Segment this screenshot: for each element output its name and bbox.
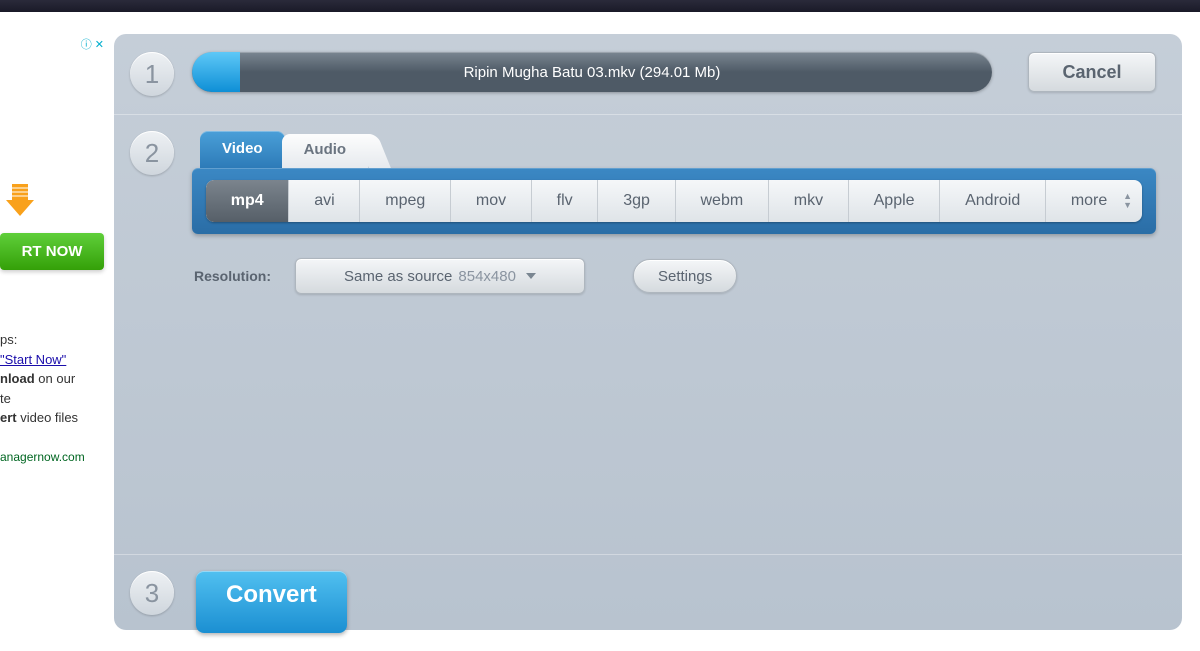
step-1-badge: 1 [130,52,174,96]
format-mp4[interactable]: mp4 [206,180,289,222]
tab-video[interactable]: Video [200,131,285,168]
cancel-button[interactable]: Cancel [1028,52,1156,92]
upload-progress-fill [192,52,240,92]
resolution-row: Resolution: Same as source 854x480 Setti… [192,258,1156,294]
resolution-label: Resolution: [194,268,271,284]
format-more-label: more [1071,192,1107,210]
tab-audio[interactable]: Audio [282,134,369,168]
format-avi[interactable]: avi [289,180,360,222]
ad-start-now-button[interactable]: RT NOW [0,233,104,270]
format-3gp[interactable]: 3gp [598,180,675,222]
ad-badge[interactable]: ⓘ ✕ [0,36,104,52]
ad-sidebar: ⓘ ✕ RT NOW ps: "Start Now" nload on our … [0,12,110,630]
ad-line: te [0,389,104,409]
resolution-select[interactable]: Same as source 854x480 [295,258,585,294]
updown-icon: ▲▼ [1123,193,1132,209]
step-1: 1 Ripin Mugha Batu 03.mkv (294.01 Mb) Ca… [114,34,1182,115]
ad-line: nload on our [0,369,104,389]
format-webm[interactable]: webm [676,180,769,222]
ad-close-icon[interactable]: ✕ [95,39,104,51]
format-mpeg[interactable]: mpeg [360,180,451,222]
resolution-value: Same as source [344,268,452,285]
ad-copy: ps: "Start Now" nload on our te ert vide… [0,330,104,466]
format-strip: mp4 avi mpeg mov flv 3gp webm mkv Apple … [206,180,1142,222]
format-strip-container: mp4 avi mpeg mov flv 3gp webm mkv Apple … [192,168,1156,234]
chevron-down-icon [526,273,536,279]
resolution-dimensions: 854x480 [458,268,516,285]
format-flv[interactable]: flv [532,180,599,222]
format-apple[interactable]: Apple [849,180,940,222]
format-more[interactable]: more ▲▼ [1046,180,1142,222]
ad-line: ert video files [0,408,104,428]
ad-domain: anagernow.com [0,448,104,466]
format-android[interactable]: Android [940,180,1046,222]
convert-button[interactable]: Convert [196,571,347,633]
step-3-badge: 3 [130,571,174,615]
format-mov[interactable]: mov [451,180,532,222]
converter-panel: 1 Ripin Mugha Batu 03.mkv (294.01 Mb) Ca… [114,34,1182,630]
step-2-badge: 2 [130,131,174,175]
ad-start-link[interactable]: "Start Now" [0,352,66,367]
ad-info-icon[interactable]: ⓘ [81,39,92,51]
step-3: 3 Convert [114,555,1182,651]
step-2: 2 Video Audio mp4 avi mpeg mov flv 3gp w… [114,115,1182,555]
browser-tab-bar [0,0,1200,12]
media-type-tabs: Video Audio [200,131,1156,168]
format-mkv[interactable]: mkv [769,180,849,222]
settings-button[interactable]: Settings [633,259,737,293]
upload-progress-bar: Ripin Mugha Batu 03.mkv (294.01 Mb) [192,52,992,92]
upload-file-label: Ripin Mugha Batu 03.mkv (294.01 Mb) [464,64,721,81]
ad-line: ps: [0,330,104,350]
download-arrow-icon [0,182,40,222]
